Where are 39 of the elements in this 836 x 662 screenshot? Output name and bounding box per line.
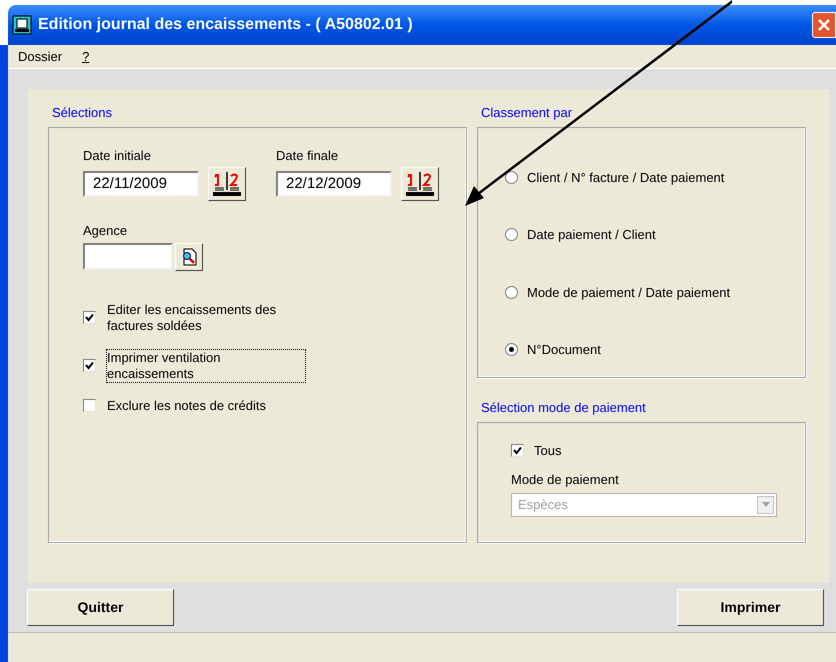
search-icon [180,248,198,266]
radio-label: Mode de paiement / Date paiement [527,284,730,302]
group-title: Sélection mode de paiement [481,399,647,417]
close-icon [818,19,830,31]
action-button[interactable]: Imprimer [677,589,824,626]
group-title: Sélections [52,104,113,122]
field-label: Agence [83,222,128,240]
radio-button[interactable] [505,228,518,242]
checkbox[interactable] [83,359,96,372]
radio-button[interactable] [505,343,518,356]
field-label: Date initiale [83,146,152,164]
search-button[interactable] [175,242,203,270]
calendar-button[interactable] [401,167,439,201]
app-icon [12,15,32,35]
radio-label: N°Document [527,341,601,359]
checkbox-label: Tous [534,442,562,460]
checkbox[interactable] [83,399,96,412]
menu-item[interactable]: Dossier [18,46,62,66]
calendar-button[interactable] [208,167,246,201]
checkbox[interactable] [83,311,96,324]
window-title: Edition journal des encaissements - ( A50802.01 ) [38,15,413,35]
radio-button[interactable] [505,286,518,299]
checkbox-label: Imprimer ventilation encaissements [106,348,306,382]
action-button[interactable]: Quitter [27,589,174,626]
agency-field[interactable] [83,243,173,270]
radio-label: Client / N° facture / Date paiement [527,168,724,187]
date-field[interactable]: 22/11/2009 [83,171,199,197]
radio-label: Date paiement / Client [527,226,656,244]
checkbox-label: Exclure les notes de crédits [106,396,267,414]
field-label: Date finale [276,146,340,164]
group-title: Classement par [481,104,574,122]
date-field[interactable]: 22/12/2009 [276,171,392,197]
close-button[interactable] [812,12,836,38]
radio-button[interactable] [505,170,518,184]
checkbox-label: Editer les encaissements des factures soldées [106,300,278,334]
calendar-icon [212,171,242,197]
calendar-icon [405,171,435,197]
menu-item[interactable]: ? [82,46,90,66]
field-label: Mode de paiement [511,471,620,489]
